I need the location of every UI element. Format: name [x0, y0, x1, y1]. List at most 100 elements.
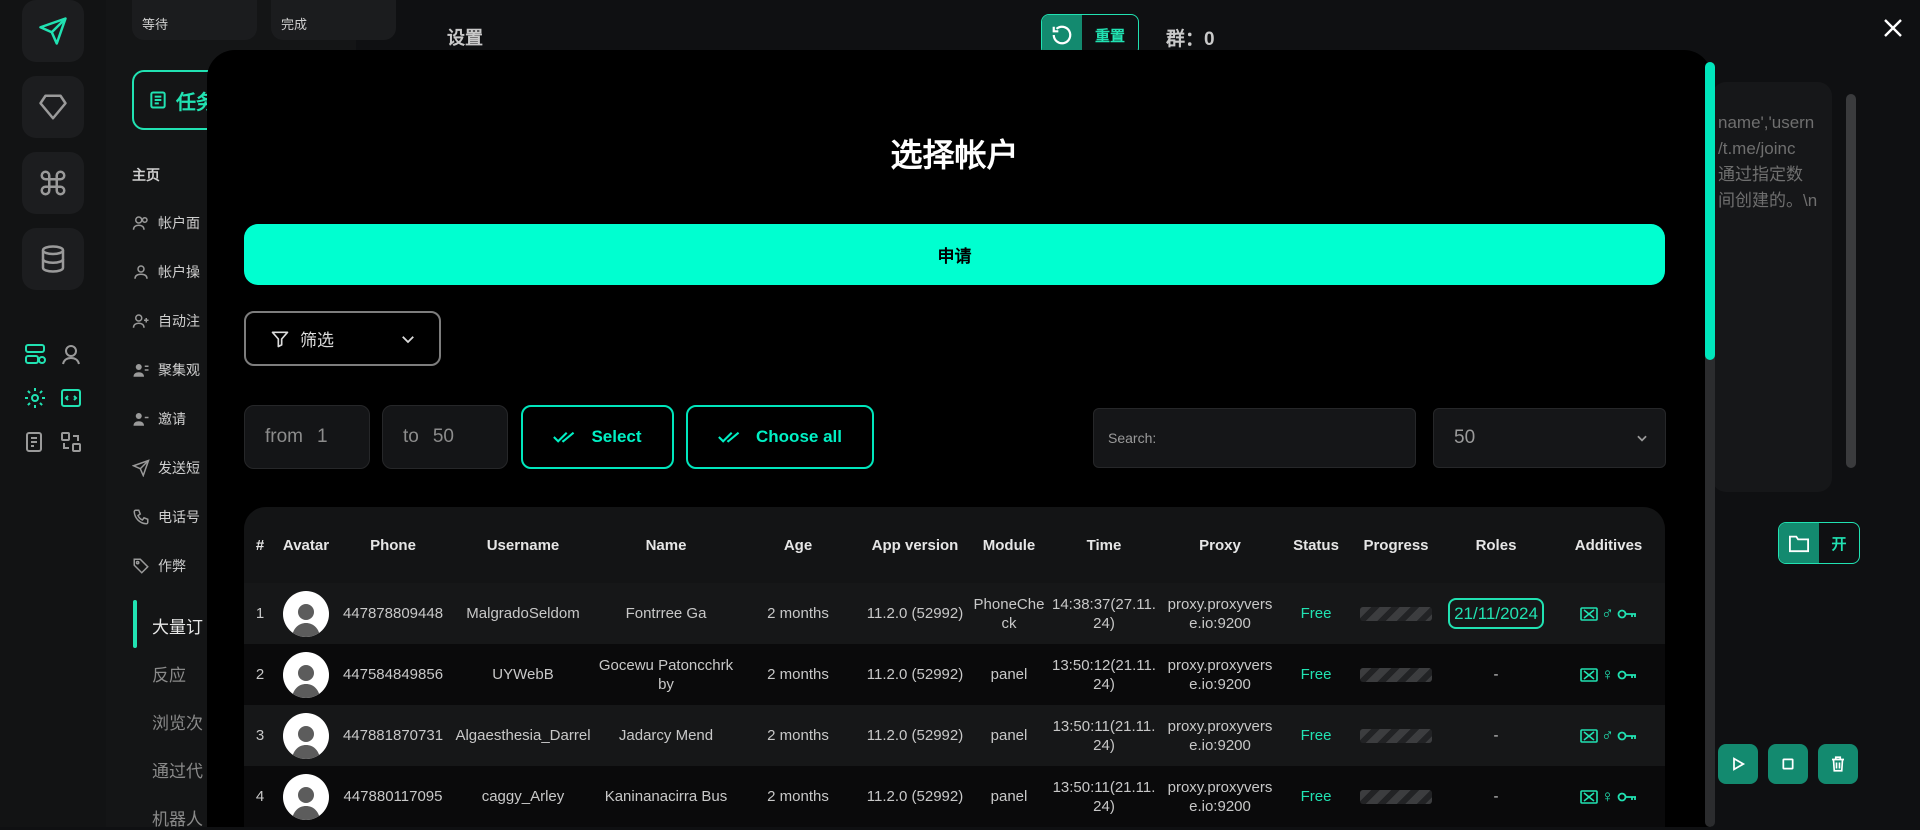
avatar-person-icon [292, 603, 320, 637]
sidebar-sub-item-bots[interactable]: 机器人 [152, 805, 203, 830]
send-icon [39, 17, 67, 45]
trash-icon [1832, 756, 1844, 772]
user-add-icon [132, 314, 149, 328]
column-header[interactable]: Age [736, 507, 860, 583]
column-header[interactable]: App version [860, 507, 970, 583]
sidebar-item-cheat[interactable]: 作弊 [132, 556, 186, 576]
additives: ♂ [1554, 726, 1663, 745]
from-input[interactable]: from 1 [244, 405, 370, 469]
table-row[interactable]: 3 447881870731 Algaesthesia_Darrel Jadar… [244, 705, 1665, 766]
column-header[interactable]: Status [1280, 507, 1352, 583]
invite-icon [133, 413, 149, 426]
command-icon [40, 170, 66, 196]
section-main-label: 主页 [132, 167, 160, 183]
progress-bar [1360, 606, 1432, 621]
swap-nav-button[interactable] [57, 428, 85, 456]
gender-icon: ♀ [1601, 665, 1614, 684]
stop-button[interactable] [1768, 744, 1808, 784]
chevron-down-icon [402, 335, 414, 343]
close-button[interactable] [1873, 8, 1913, 48]
search-placeholder: Search: [1108, 430, 1157, 446]
close-icon [1884, 19, 1902, 37]
sidebar-item-account-ops[interactable]: 帐户操 [132, 262, 200, 282]
settings-nav-button[interactable] [21, 384, 49, 412]
send-icon [132, 459, 150, 477]
diamond-nav-button[interactable] [22, 76, 84, 138]
double-check-icon [718, 431, 740, 443]
message-textarea[interactable]: name','usern /t.me/joinc 通过指定数 间创建的。\n [1712, 82, 1832, 492]
column-header[interactable]: Phone [336, 507, 450, 583]
progress-bar [1360, 789, 1432, 804]
status-badge: Free [1300, 605, 1332, 622]
photo-crossed-icon [1580, 606, 1598, 621]
column-header[interactable]: Time [1048, 507, 1160, 583]
select-button[interactable]: Select [521, 405, 674, 469]
key-icon [1617, 670, 1636, 679]
sidebar-item-send-sms[interactable]: 发送短 [132, 458, 200, 478]
avatar [283, 773, 329, 820]
gender-icon: ♂ [1601, 726, 1614, 745]
avatar [283, 590, 329, 637]
profile-icon [62, 345, 80, 365]
folder-icon [1789, 535, 1809, 553]
table-row[interactable]: 2 447584849856 UYWebB Gocewu Patoncchrkb… [244, 644, 1665, 705]
sidebar-item-accounts[interactable]: 帐户面 [132, 213, 200, 233]
phone-icon [133, 509, 149, 525]
to-value: 50 [432, 426, 454, 447]
sidebar-sub-item-reactions[interactable]: 反应 [152, 661, 186, 686]
diamond-icon [39, 94, 67, 120]
role-badge[interactable]: 21/11/2024 [1448, 598, 1544, 629]
column-header[interactable]: Module [970, 507, 1048, 583]
textarea-scrollbar[interactable] [1846, 94, 1856, 468]
send-nav-button[interactable] [22, 0, 84, 62]
sidebar-item-invite[interactable]: 邀请 [132, 409, 186, 429]
command-nav-button[interactable] [22, 152, 84, 214]
gender-icon: ♂ [1601, 604, 1614, 623]
to-input[interactable]: to 50 [382, 405, 508, 469]
play-button[interactable] [1718, 744, 1758, 784]
delete-button[interactable] [1818, 744, 1858, 784]
user-icon [134, 265, 148, 279]
page-size-value: 50 [1454, 427, 1476, 448]
filter-dropdown[interactable]: 筛选 [244, 311, 441, 366]
sidebar-item-auto-register[interactable]: 自动注 [132, 311, 200, 331]
sidebar-item-phone[interactable]: 电话号 [132, 507, 200, 527]
apply-button[interactable]: 申请 [244, 224, 1665, 285]
server-nav-button[interactable] [21, 340, 49, 368]
gear-icon [25, 388, 45, 408]
accounts-table: # Avatar Phone Username Name Age App ver… [244, 507, 1665, 827]
sidebar-item-gather[interactable]: 聚集观 [132, 360, 200, 380]
sidebar-sub-item-via-proxy[interactable]: 通过代 [152, 757, 203, 782]
choose-all-button[interactable]: Choose all [686, 405, 874, 469]
column-header[interactable]: Name [596, 507, 736, 583]
notes-icon [26, 432, 42, 452]
stat-card-waiting: 等待 [132, 0, 257, 40]
table-row[interactable]: 1 447878809448 MalgradoSeldom Fontrree G… [244, 583, 1665, 644]
select-account-modal: 选择帐户 申请 筛选 from 1 to 50 Select Choose al… [207, 50, 1712, 827]
column-header[interactable]: Proxy [1160, 507, 1280, 583]
sidebar-sub-item-bulk-subscribe[interactable]: 大量订 [152, 613, 203, 638]
from-value: 1 [317, 426, 328, 447]
open-folder-button[interactable]: 开 [1778, 522, 1860, 564]
notes-nav-button[interactable] [21, 428, 49, 456]
profile-nav-button[interactable] [57, 340, 85, 368]
task-icon [150, 91, 166, 109]
column-header: # [255, 536, 265, 554]
status-badge: Free [1300, 788, 1332, 805]
photo-crossed-icon [1580, 728, 1598, 743]
filter-icon [271, 331, 289, 347]
modal-scrollbar-thumb[interactable] [1705, 62, 1715, 360]
database-nav-button[interactable] [22, 228, 84, 290]
users-icon [132, 216, 148, 230]
additives: ♀ [1554, 665, 1663, 684]
search-input[interactable]: Search: [1093, 408, 1416, 468]
page-size-select[interactable]: 50 [1433, 408, 1666, 468]
column-header[interactable]: Username [450, 507, 596, 583]
photo-crossed-icon [1580, 789, 1598, 804]
column-header: Avatar [282, 536, 330, 554]
stop-icon [1782, 758, 1794, 770]
sidebar-sub-item-views[interactable]: 浏览次 [152, 709, 203, 734]
avatar [283, 651, 329, 698]
code-nav-button[interactable] [57, 384, 85, 412]
table-row[interactable]: 4 447880117095 caggy_Arley Kaninanacirra… [244, 766, 1665, 827]
